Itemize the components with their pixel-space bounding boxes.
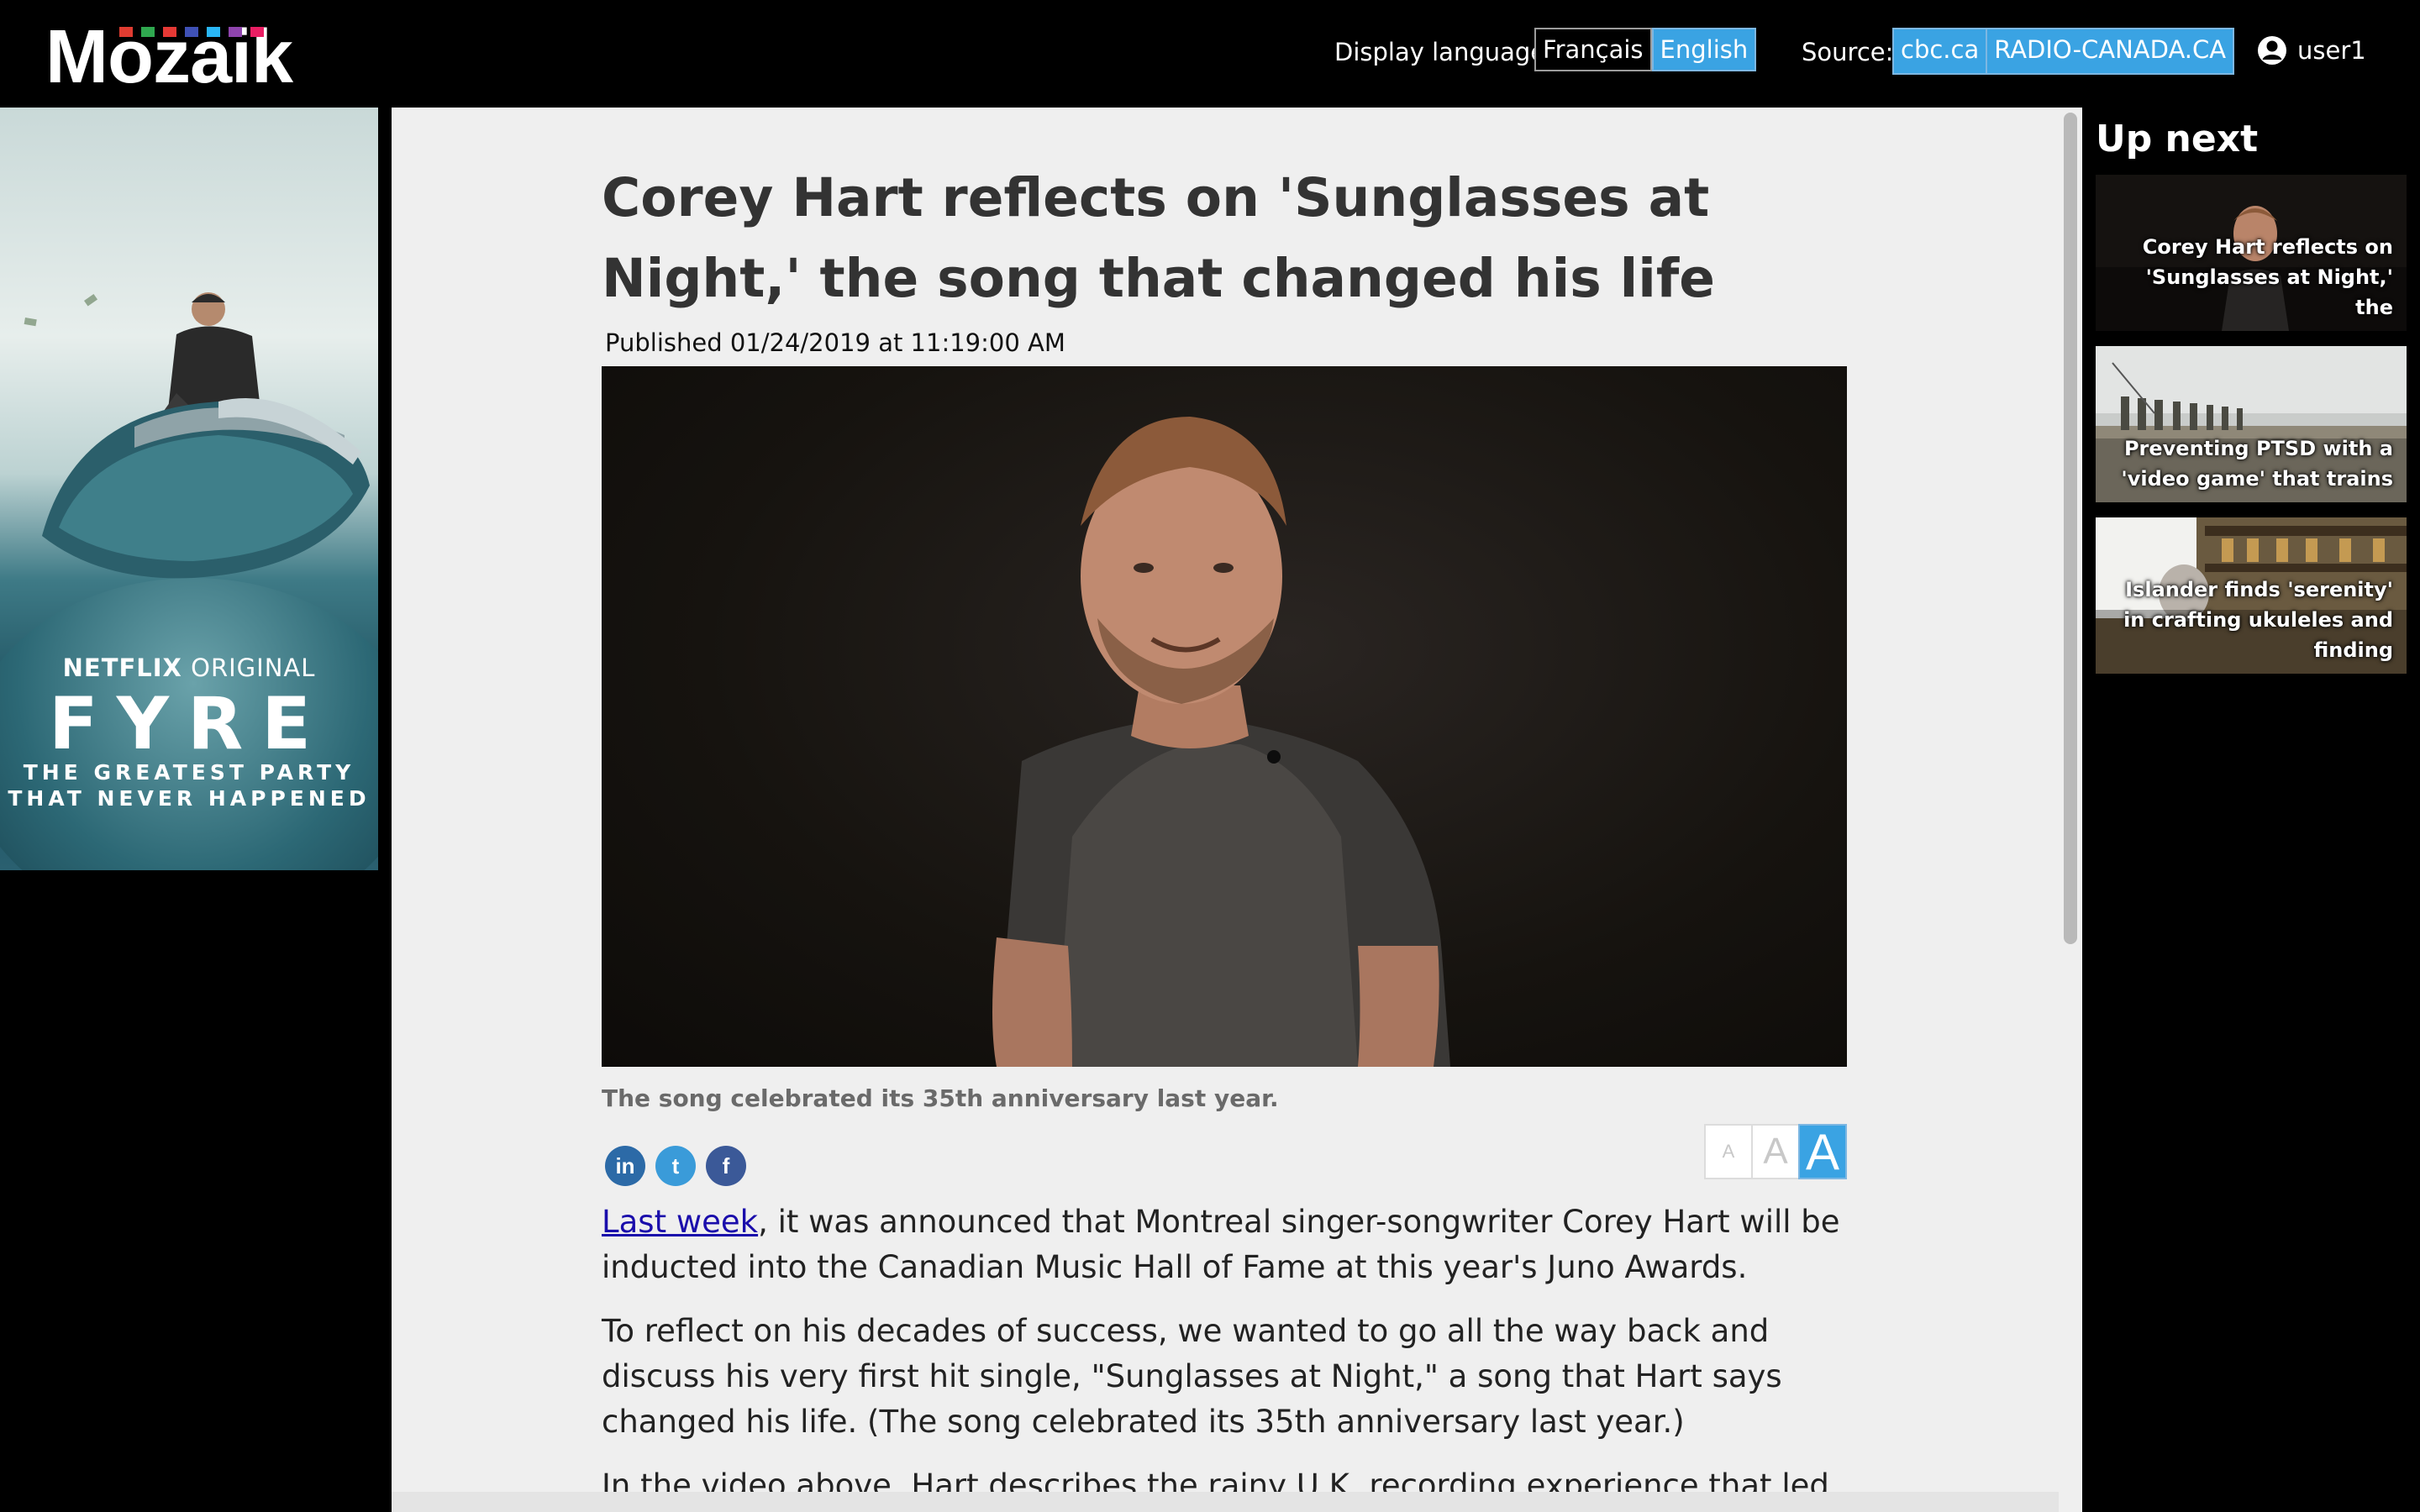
language-switcher: Français English — [1534, 28, 1757, 71]
source-cbc-button[interactable]: cbc.ca — [1894, 29, 1986, 73]
fyre-ad-banner[interactable]: NETFLIX ORIGINAL FYRE THE GREATEST PARTY… — [0, 108, 378, 870]
horizontal-scrollbar[interactable] — [392, 1492, 2059, 1512]
user-avatar-icon — [2258, 36, 2286, 65]
share-buttons: in t f — [605, 1146, 746, 1186]
article: Corey Hart reflects on 'Sunglasses at Ni… — [602, 158, 1847, 1512]
user-menu[interactable]: user1 — [2257, 32, 2366, 69]
up-next-item[interactable]: Islander finds 'serenity' in crafting uk… — [2096, 517, 2407, 674]
netflix-original-label: NETFLIX ORIGINAL — [62, 654, 316, 682]
font-size-large-button[interactable]: A — [1798, 1124, 1847, 1180]
video-player[interactable] — [602, 366, 1847, 1067]
twitter-share-icon[interactable]: t — [655, 1146, 696, 1186]
article-paragraph: To reflect on his decades of success, we… — [602, 1313, 1782, 1440]
article-title: Corey Hart reflects on 'Sunglasses at Ni… — [602, 167, 1715, 309]
font-size-small-button[interactable]: A — [1704, 1124, 1753, 1179]
font-size-medium-button[interactable]: A — [1751, 1124, 1800, 1179]
up-next-item[interactable]: Corey Hart reflects on 'Sunglasses at Ni… — [2096, 175, 2407, 331]
article-tools: in t f A A A — [602, 1116, 1847, 1200]
last-week-link[interactable]: Last week — [602, 1204, 758, 1240]
user-name: user1 — [2297, 36, 2366, 65]
hero-image — [992, 417, 1450, 1067]
ad-title: FYRE — [49, 682, 329, 766]
article-body: Last week, it was announced that Montrea… — [602, 1200, 1847, 1512]
lang-english-button[interactable]: English — [1651, 28, 1757, 71]
source-label: Source: — [1802, 38, 1894, 66]
facebook-share-icon[interactable]: f — [706, 1146, 746, 1186]
up-next-item[interactable]: Preventing PTSD with a 'video game' that… — [2096, 346, 2407, 502]
article-paragraph: Last week, it was announced that Montrea… — [602, 1204, 1840, 1285]
lang-francais-button[interactable]: Français — [1534, 28, 1652, 71]
ad-tagline: THE GREATEST PARTY THAT NEVER HAPPENED — [8, 760, 371, 811]
top-bar: Mozaik Display language Français English… — [0, 0, 2420, 108]
article-panel[interactable]: Corey Hart reflects on 'Sunglasses at Ni… — [392, 108, 2082, 1512]
up-next-heading: Up next — [2096, 118, 2259, 160]
up-next-caption: Islander finds 'serenity' in crafting uk… — [2123, 578, 2393, 662]
font-size-selector: A A A — [1704, 1124, 1847, 1180]
image-caption: The song celebrated its 35th anniversary… — [602, 1084, 1279, 1112]
scrollbar-thumb[interactable] — [2064, 113, 2077, 944]
up-next-caption: Corey Hart reflects on 'Sunglasses at Ni… — [2142, 235, 2393, 319]
up-next-panel: Up next Corey Hart reflects on 'Sunglass… — [2084, 108, 2420, 1512]
jetski-illustration — [24, 292, 370, 579]
linkedin-share-icon[interactable]: in — [605, 1146, 645, 1186]
up-next-caption: Preventing PTSD with a 'video game' that… — [2121, 437, 2393, 491]
display-language-label: Display language — [1334, 38, 1546, 66]
logo-color-dots — [119, 27, 264, 37]
source-switcher: cbc.ca RADIO-CANADA.CA — [1892, 28, 2235, 75]
published-date: Published 01/24/2019 at 11:19:00 AM — [605, 328, 1065, 357]
source-radio-canada-button[interactable]: RADIO-CANADA.CA — [1987, 29, 2233, 73]
